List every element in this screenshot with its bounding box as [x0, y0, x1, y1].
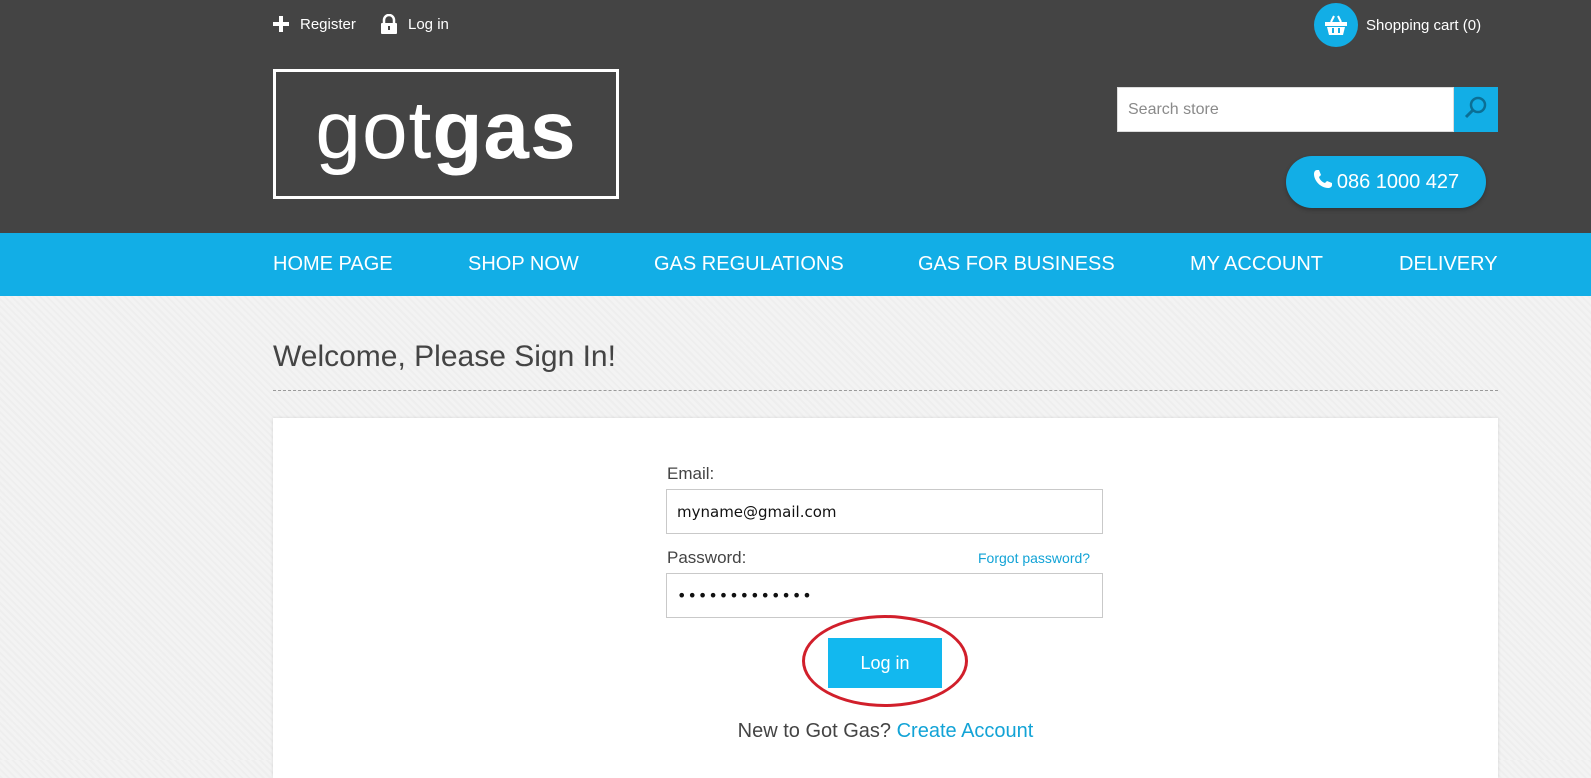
title-divider [273, 390, 1498, 391]
phone-button[interactable]: 086 1000 427 [1286, 156, 1486, 208]
email-label: Email: [667, 464, 715, 483]
main-nav: HOME PAGE SHOP NOW GAS REGULATIONS GAS F… [0, 233, 1591, 296]
page-title: Welcome, Please Sign In! [273, 340, 616, 373]
register-link[interactable]: Register [272, 14, 356, 34]
forgot-password-link[interactable]: Forgot password? [978, 550, 1090, 566]
password-field[interactable]: ••••••••••••• [666, 573, 1103, 618]
lock-icon [380, 14, 398, 34]
search-button[interactable] [1454, 87, 1498, 132]
nav-item-shop-now[interactable]: SHOP NOW [468, 233, 579, 296]
basket-icon [1314, 3, 1358, 47]
register-label: Register [300, 15, 356, 33]
cart-label: Shopping cart (0) [1366, 16, 1482, 34]
search-bar [1117, 87, 1498, 132]
logo-wordmark: gotgas [315, 85, 577, 176]
new-account-prompt: New to Got Gas? Create Account [273, 720, 1498, 743]
login-link[interactable]: Log in [380, 14, 449, 34]
search-icon [1464, 95, 1488, 124]
nav-item-delivery[interactable]: DELIVERY [1399, 233, 1498, 296]
search-input[interactable] [1117, 87, 1454, 132]
shopping-cart-link[interactable]: Shopping cart (0) [1314, 3, 1481, 47]
new-customer-text: New to Got Gas? [737, 720, 892, 742]
create-account-link[interactable]: Create Account [897, 720, 1034, 742]
plus-icon [272, 15, 290, 33]
login-button[interactable]: Log in [828, 638, 942, 688]
password-label: Password: [667, 548, 747, 567]
login-label: Log in [408, 15, 449, 33]
phone-number: 086 1000 427 [1336, 170, 1460, 193]
nav-item-gas-for-business[interactable]: GAS FOR BUSINESS [918, 233, 1115, 296]
phone-icon [1313, 169, 1333, 195]
nav-item-gas-regulations[interactable]: GAS REGULATIONS [654, 233, 844, 296]
nav-item-my-account[interactable]: MY ACCOUNT [1190, 233, 1323, 296]
nav-item-home-page[interactable]: HOME PAGE [273, 233, 393, 296]
site-logo[interactable]: gotgas [273, 69, 619, 199]
email-field[interactable]: myname@gmail.com [666, 489, 1103, 534]
login-panel: Email: myname@gmail.com Password: Forgot… [273, 418, 1498, 778]
site-header: Register Log in Shopping cart (0) gotgas… [0, 0, 1591, 233]
